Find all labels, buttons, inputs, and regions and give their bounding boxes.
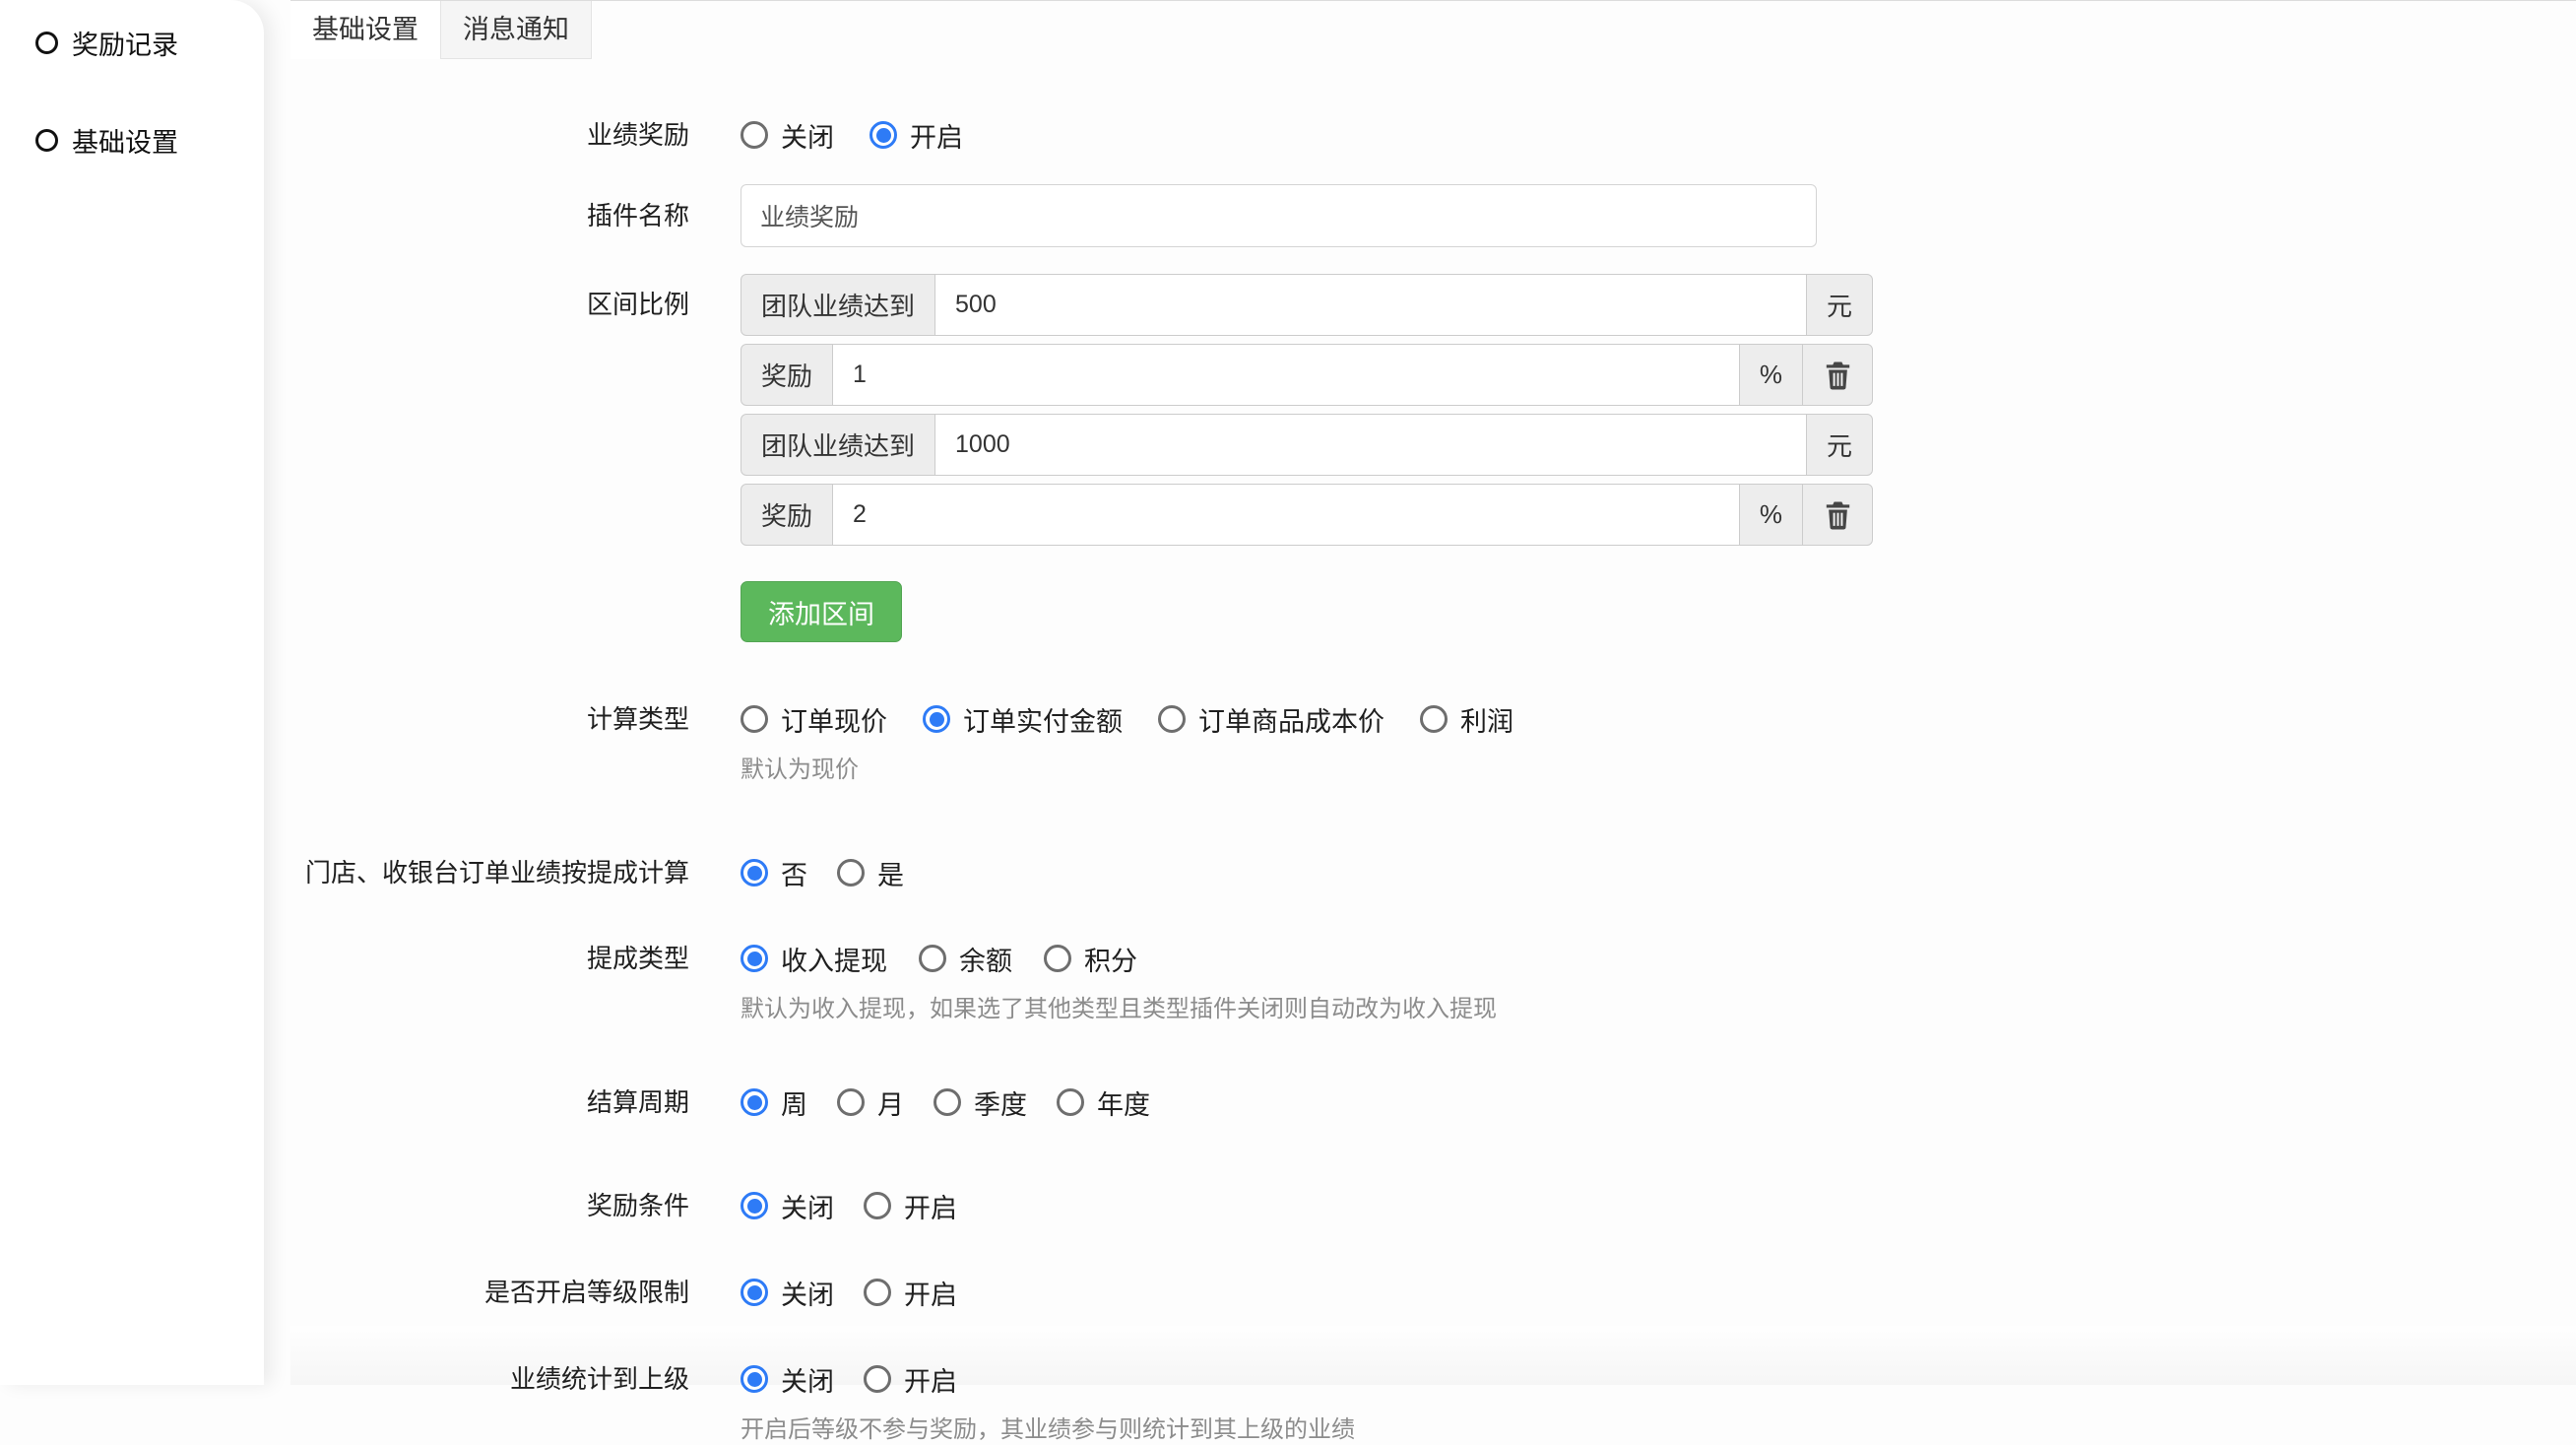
- input-addon-prefix: 团队业绩达到: [741, 414, 935, 476]
- radio-icon: [741, 705, 768, 733]
- radio-option-yes[interactable]: 是: [837, 854, 904, 892]
- row-interval-ratio: 区间比例 团队业绩达到 元 奖励 %: [290, 274, 2576, 642]
- row-calc-type: 计算类型 订单现价 订单实付金额 订单商品成本价: [290, 698, 2576, 785]
- plugin-name-input[interactable]: [741, 184, 1817, 247]
- input-addon-prefix: 奖励: [741, 344, 833, 406]
- row-performance-reward: 业绩奖励 关闭 开启: [290, 114, 2576, 156]
- sidebar-item-basic-settings[interactable]: 基础设置: [0, 111, 264, 169]
- radio-option-week[interactable]: 周: [741, 1084, 807, 1122]
- radio-option-paid-amount[interactable]: 订单实付金额: [923, 700, 1123, 739]
- delete-interval-button[interactable]: [1802, 484, 1873, 546]
- sidebar-item-label: 基础设置: [72, 121, 178, 160]
- row-reward-condition: 奖励条件 关闭 开启: [290, 1185, 2576, 1226]
- trash-icon: [1822, 359, 1854, 392]
- add-interval-button[interactable]: 添加区间: [741, 581, 902, 642]
- radio-icon: [919, 945, 946, 972]
- row-settlement-cycle: 结算周期 周 月 季度: [290, 1082, 2576, 1123]
- radio-icon: [864, 1279, 891, 1306]
- field-label: 业绩奖励: [290, 114, 689, 156]
- radio-icon: [934, 1088, 961, 1116]
- circle-icon: [35, 129, 58, 152]
- interval-row: 奖励 %: [741, 484, 1873, 546]
- help-text: 默认为现价: [741, 755, 1513, 785]
- input-addon-prefix: 团队业绩达到: [741, 274, 935, 336]
- sidebar-item-label: 奖励记录: [72, 24, 178, 62]
- radio-option-points[interactable]: 积分: [1044, 940, 1137, 978]
- radio-icon: [864, 1192, 891, 1219]
- field-label: 插件名称: [290, 184, 689, 247]
- radio-icon: [741, 121, 768, 149]
- team-performance-input[interactable]: [934, 414, 1807, 476]
- field-label: 门店、收银台订单业绩按提成计算: [290, 852, 689, 893]
- radio-option-close[interactable]: 关闭: [741, 116, 834, 155]
- sidebar-item-reward-records[interactable]: 奖励记录: [0, 14, 264, 72]
- row-plugin-name: 插件名称: [290, 184, 2576, 247]
- radio-option-no[interactable]: 否: [741, 854, 807, 892]
- radio-icon: [1420, 705, 1448, 733]
- row-level-limit: 是否开启等级限制 关闭 开启: [290, 1272, 2576, 1313]
- radio-option-close[interactable]: 关闭: [741, 1360, 834, 1399]
- radio-option-goods-cost[interactable]: 订单商品成本价: [1158, 700, 1385, 739]
- radio-icon: [741, 1192, 768, 1219]
- field-label: 计算类型: [290, 698, 689, 740]
- input-addon-unit: 元: [1806, 274, 1873, 336]
- radio-icon: [864, 1365, 891, 1393]
- tab-bar: 基础设置 消息通知: [290, 0, 2576, 58]
- row-commission-type: 提成类型 收入提现 余额 积分 默认为收入提现，如果: [290, 938, 2576, 1024]
- radio-icon: [1158, 705, 1186, 733]
- radio-option-order-price[interactable]: 订单现价: [741, 700, 887, 739]
- reward-percent-input[interactable]: [832, 344, 1740, 406]
- field-label: 区间比例: [290, 274, 689, 336]
- circle-icon: [35, 32, 58, 54]
- input-addon-unit: 元: [1806, 414, 1873, 476]
- input-addon-prefix: 奖励: [741, 484, 833, 546]
- radio-option-open[interactable]: 开启: [864, 1360, 957, 1399]
- field-label: 业绩统计到上级: [290, 1358, 689, 1400]
- radio-icon: [741, 945, 768, 972]
- help-text: 默认为收入提现，如果选了其他类型且类型插件关闭则自动改为收入提现: [741, 995, 1497, 1024]
- field-label: 结算周期: [290, 1082, 689, 1123]
- radio-icon: [741, 1279, 768, 1306]
- radio-option-year[interactable]: 年度: [1057, 1084, 1150, 1122]
- interval-row: 团队业绩达到 元: [741, 274, 1873, 336]
- radio-icon: [1057, 1088, 1084, 1116]
- radio-icon: [741, 1088, 768, 1116]
- radio-option-quarter[interactable]: 季度: [934, 1084, 1027, 1122]
- radio-option-open[interactable]: 开启: [864, 1187, 957, 1225]
- team-performance-input[interactable]: [934, 274, 1807, 336]
- settings-form: 业绩奖励 关闭 开启 插件名称: [290, 58, 2576, 1445]
- radio-icon: [923, 705, 950, 733]
- tab-message-notification[interactable]: 消息通知: [440, 1, 592, 59]
- input-addon-unit: %: [1739, 344, 1803, 406]
- radio-option-income-withdraw[interactable]: 收入提现: [741, 940, 887, 978]
- tab-basic-settings[interactable]: 基础设置: [290, 1, 440, 59]
- radio-option-month[interactable]: 月: [837, 1084, 904, 1122]
- radio-option-balance[interactable]: 余额: [919, 940, 1012, 978]
- delete-interval-button[interactable]: [1802, 344, 1873, 406]
- field-label: 是否开启等级限制: [290, 1272, 689, 1313]
- row-store-commission: 门店、收银台订单业绩按提成计算 否 是: [290, 852, 2576, 893]
- main-content: 基础设置 消息通知 业绩奖励 关闭 开启 插件名: [290, 0, 2576, 1445]
- radio-icon: [837, 1088, 865, 1116]
- radio-icon: [1044, 945, 1071, 972]
- sidebar: 奖励记录 基础设置: [0, 0, 264, 1385]
- radio-icon: [869, 121, 897, 149]
- field-label: 奖励条件: [290, 1185, 689, 1226]
- radio-icon: [741, 859, 768, 887]
- radio-option-close[interactable]: 关闭: [741, 1187, 834, 1225]
- radio-option-profit[interactable]: 利润: [1420, 700, 1513, 739]
- radio-icon: [837, 859, 865, 887]
- radio-option-open[interactable]: 开启: [869, 116, 963, 155]
- row-performance-to-superior: 业绩统计到上级 关闭 开启 开启后等级不参与奖励，其业绩参与则统计到其上级的业绩: [290, 1358, 2576, 1445]
- help-text: 开启后等级不参与奖励，其业绩参与则统计到其上级的业绩: [741, 1415, 1355, 1445]
- interval-row: 奖励 %: [741, 344, 1873, 406]
- trash-icon: [1822, 498, 1854, 532]
- field-label: 提成类型: [290, 938, 689, 979]
- radio-option-close[interactable]: 关闭: [741, 1274, 834, 1312]
- radio-icon: [741, 1365, 768, 1393]
- input-addon-unit: %: [1739, 484, 1803, 546]
- radio-option-open[interactable]: 开启: [864, 1274, 957, 1312]
- interval-row: 团队业绩达到 元: [741, 414, 1873, 476]
- reward-percent-input[interactable]: [832, 484, 1740, 546]
